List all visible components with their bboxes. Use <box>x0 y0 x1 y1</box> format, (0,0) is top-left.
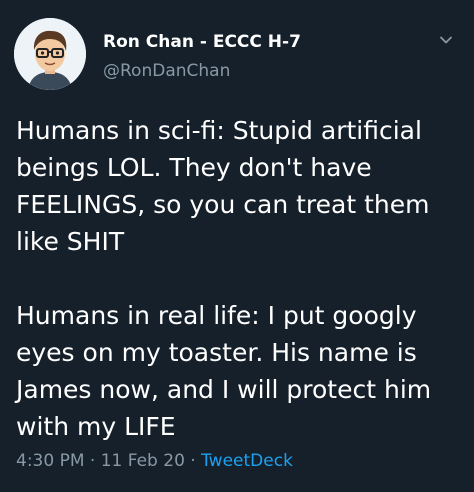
tweet-metadata: 4:30 PM · 11 Feb 20 · TweetDeck <box>16 451 293 471</box>
tweet-card: Ron Chan - ECCC H-7 @RonDanChan Humans i… <box>0 0 474 492</box>
author-display-name[interactable]: Ron Chan - ECCC H-7 <box>103 32 301 52</box>
chevron-down-icon[interactable] <box>438 32 454 48</box>
separator: · <box>89 451 96 471</box>
avatar[interactable] <box>14 18 86 90</box>
separator: · <box>190 451 196 471</box>
cartoon-avatar-icon <box>14 18 86 90</box>
tweet-source-link[interactable]: TweetDeck <box>201 451 293 471</box>
tweet-time[interactable]: 4:30 PM <box>16 451 85 471</box>
tweet-date[interactable]: 11 Feb 20 <box>101 451 185 471</box>
tweet-text: Humans in sci-fi: Stupid artificial bein… <box>16 116 432 441</box>
author-handle[interactable]: @RonDanChan <box>103 61 230 81</box>
